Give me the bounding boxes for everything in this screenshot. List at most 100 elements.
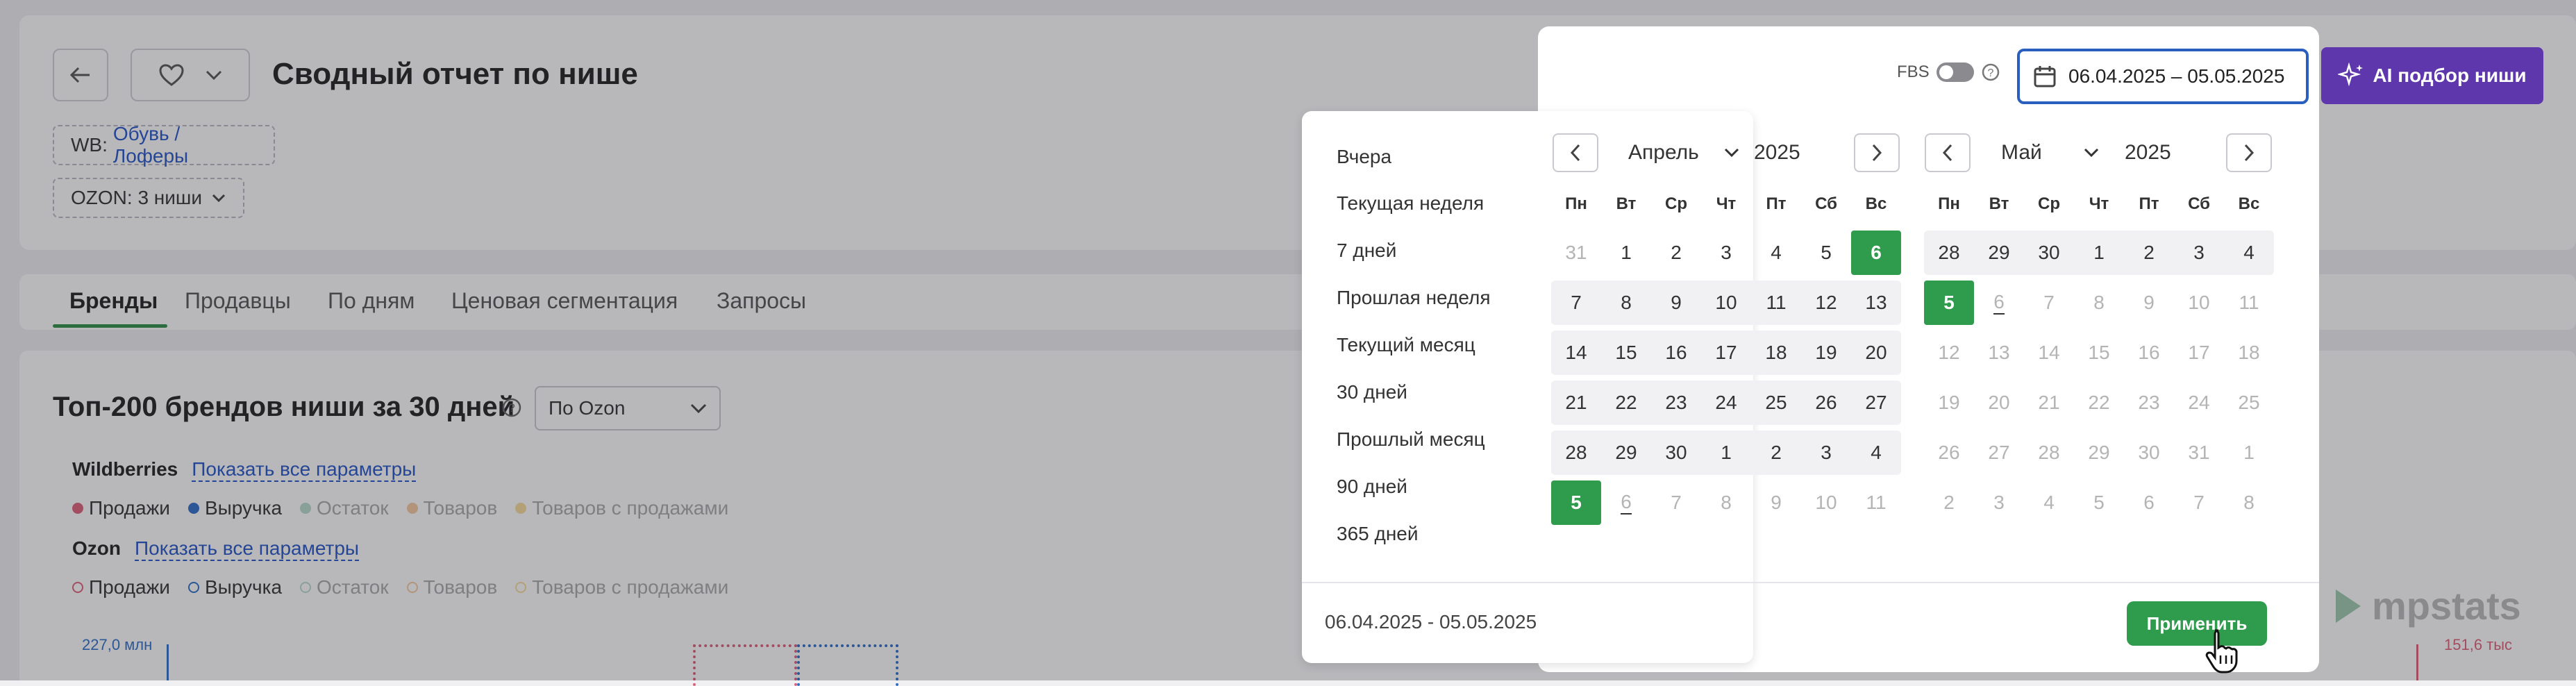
calendar-day[interactable]: 8 xyxy=(1601,281,1651,325)
ozon-show-all-link[interactable]: Показать все параметры xyxy=(135,537,360,561)
calendar-day[interactable]: 1 xyxy=(2074,231,2124,275)
legend-sales[interactable]: Продажи xyxy=(89,497,170,519)
calendar-day[interactable]: 12 xyxy=(1801,281,1851,325)
month-select-left[interactable]: Апрель xyxy=(1628,141,1739,165)
wb-show-all-link[interactable]: Показать все параметры xyxy=(192,458,417,482)
legend-revenue[interactable]: Выручка xyxy=(205,497,282,519)
calendar-day[interactable]: 5 xyxy=(1924,281,1974,325)
weekday-label: Сб xyxy=(1815,194,1837,213)
calendar-day[interactable]: 2 xyxy=(1751,430,1801,475)
tab-by-days[interactable]: По дням xyxy=(328,288,415,314)
calendar-day[interactable]: 6 xyxy=(1851,231,1901,275)
calendar-day[interactable]: 2 xyxy=(2124,231,2174,275)
legend-stock[interactable]: Остаток xyxy=(317,497,389,519)
calendar-day[interactable]: 10 xyxy=(1701,281,1751,325)
calendar-day[interactable]: 5 xyxy=(1551,480,1601,525)
month-select-right[interactable]: Май xyxy=(2001,141,2099,165)
legend-revenue[interactable]: Выручка xyxy=(205,576,282,599)
calendar-day[interactable]: 4 xyxy=(1751,231,1801,275)
calendar-day[interactable]: 23 xyxy=(1651,380,1701,425)
preset-30-days[interactable]: 30 дней xyxy=(1337,381,1407,403)
wb-category-link[interactable]: Обувь / Лоферы xyxy=(113,123,257,167)
calendar-day[interactable]: 29 xyxy=(1601,430,1651,475)
favorite-dropdown-button[interactable] xyxy=(131,49,250,101)
prev-month-right-button[interactable] xyxy=(1925,133,1971,172)
calendar-day: 14 xyxy=(2038,342,2060,363)
preset-last-week[interactable]: Прошлая неделя xyxy=(1337,287,1490,309)
calendar-day[interactable]: 30 xyxy=(1651,430,1701,475)
calendar-day[interactable]: 9 xyxy=(1651,281,1701,325)
calendar-day[interactable]: 26 xyxy=(1801,380,1851,425)
preset-7-days[interactable]: 7 дней xyxy=(1337,240,1396,262)
ai-niche-button[interactable]: AI подбор ниши xyxy=(2321,47,2543,104)
tab-queries[interactable]: Запросы xyxy=(717,288,806,314)
calendar-day[interactable]: 31 xyxy=(1551,231,1601,275)
calendar-day[interactable]: 5 xyxy=(1801,231,1851,275)
help-icon[interactable]: ? xyxy=(1981,62,2000,82)
calendar-day[interactable]: 4 xyxy=(2224,231,2274,275)
calendar-day[interactable]: 25 xyxy=(1751,380,1801,425)
calendar-day[interactable]: 3 xyxy=(1801,430,1851,475)
calendar-day[interactable]: 1 xyxy=(1601,231,1651,275)
back-button[interactable] xyxy=(53,49,108,101)
fbs-toggle[interactable] xyxy=(1936,62,1974,82)
calendar-day[interactable]: 13 xyxy=(1851,281,1901,325)
preset-current-week[interactable]: Текущая неделя xyxy=(1337,192,1484,215)
ozon-niches-chip[interactable]: OZON: 3 ниши xyxy=(53,178,244,218)
calendar-day[interactable]: 18 xyxy=(1751,331,1801,375)
calendar-day[interactable]: 14 xyxy=(1551,331,1601,375)
calendar-day[interactable]: 15 xyxy=(1601,331,1651,375)
legend-items-sold[interactable]: Товаров с продажами xyxy=(532,497,728,519)
prev-month-button[interactable] xyxy=(1553,133,1598,172)
help-icon[interactable]: ? xyxy=(501,397,522,418)
weekday-label: Пн xyxy=(1938,194,1960,213)
legend-items-sold[interactable]: Товаров с продажами xyxy=(532,576,728,599)
apply-button[interactable]: Применить xyxy=(2127,601,2267,646)
calendar-day[interactable]: 7 xyxy=(1551,281,1601,325)
calendar-day[interactable]: 17 xyxy=(1701,331,1751,375)
calendar-day[interactable]: 2 xyxy=(1651,231,1701,275)
preset-365-days[interactable]: 365 дней xyxy=(1337,523,1419,545)
section-title: Топ-200 брендов ниши за 30 дней xyxy=(53,392,515,422)
calendar-day[interactable]: 28 xyxy=(1924,231,1974,275)
calendar-day[interactable]: 24 xyxy=(1701,380,1751,425)
next-month-left-button[interactable] xyxy=(1854,133,1900,172)
calendar-day: 19 xyxy=(1938,392,1960,413)
chevron-right-icon xyxy=(2244,144,2255,162)
svg-text:?: ? xyxy=(1987,67,1993,79)
legend-stock[interactable]: Остаток xyxy=(317,576,389,599)
active-tab-indicator xyxy=(53,324,167,328)
calendar-day[interactable]: 27 xyxy=(1851,380,1901,425)
next-month-button[interactable] xyxy=(2226,133,2272,172)
preset-90-days[interactable]: 90 дней xyxy=(1337,476,1407,498)
calendar-day[interactable]: 3 xyxy=(2174,231,2224,275)
preset-current-month[interactable]: Текущий месяц xyxy=(1337,334,1475,356)
wb-category-chip[interactable]: WB: Обувь / Лоферы xyxy=(53,123,275,167)
source-dropdown[interactable]: По Ozon xyxy=(535,386,721,430)
calendar-day[interactable]: 4 xyxy=(1851,430,1901,475)
legend-ring xyxy=(406,582,418,593)
calendar-day[interactable]: 22 xyxy=(1601,380,1651,425)
calendar-day[interactable]: 30 xyxy=(2024,231,2074,275)
preset-yesterday[interactable]: Вчера xyxy=(1337,146,1391,168)
calendar-day[interactable]: 28 xyxy=(1551,430,1601,475)
calendar-day[interactable]: 1 xyxy=(1701,430,1751,475)
year-select-left[interactable]: 2025 xyxy=(1754,141,1800,165)
legend-sales[interactable]: Продажи xyxy=(89,576,170,599)
tab-price-segmentation[interactable]: Ценовая сегментация xyxy=(451,288,678,314)
preset-last-month[interactable]: Прошлый месяц xyxy=(1337,428,1485,451)
calendar-day[interactable]: 11 xyxy=(1751,281,1801,325)
calendar-day[interactable]: 3 xyxy=(1701,231,1751,275)
calendar-day[interactable]: 20 xyxy=(1851,331,1901,375)
mpstats-logo: mpstats xyxy=(2333,583,2521,628)
tab-sellers[interactable]: Продавцы xyxy=(185,288,291,314)
calendar-day[interactable]: 16 xyxy=(1651,331,1701,375)
legend-items[interactable]: Товаров xyxy=(424,497,498,519)
legend-items[interactable]: Товаров xyxy=(424,576,498,599)
calendar-day[interactable]: 19 xyxy=(1801,331,1851,375)
tab-brands[interactable]: Бренды xyxy=(69,288,158,314)
date-range-input[interactable]: 06.04.2025 – 05.05.2025 xyxy=(2017,49,2309,104)
calendar-day[interactable]: 21 xyxy=(1551,380,1601,425)
year-select-right[interactable]: 2025 xyxy=(2125,141,2171,165)
calendar-day[interactable]: 29 xyxy=(1974,231,2024,275)
